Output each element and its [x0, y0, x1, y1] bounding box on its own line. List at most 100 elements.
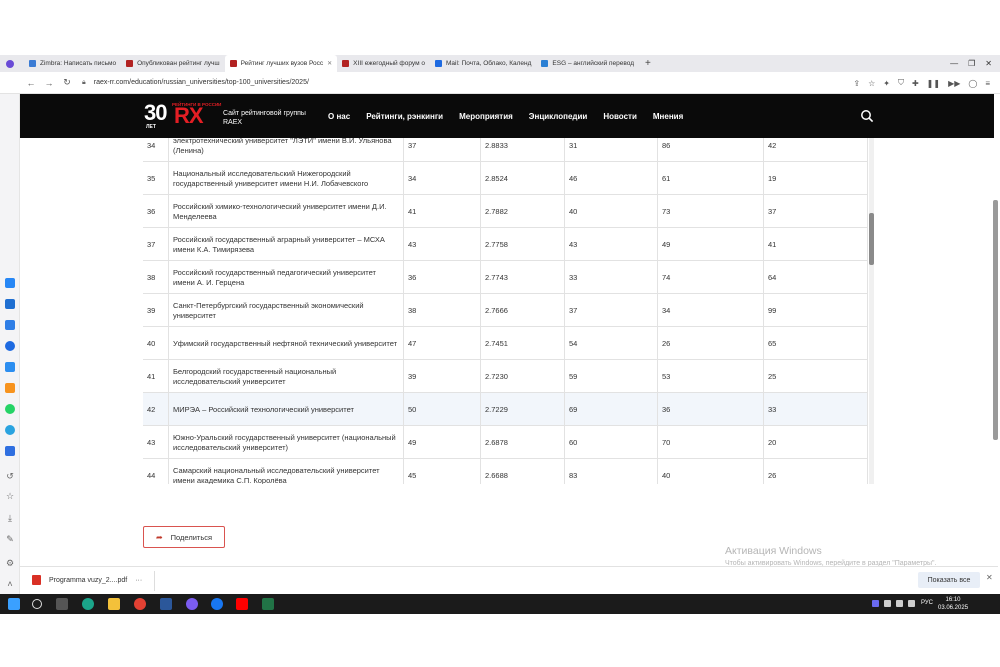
logo-brand[interactable]: RX: [174, 105, 204, 127]
restore-icon[interactable]: ❐: [968, 59, 975, 68]
close-tab-icon[interactable]: ✕: [327, 60, 332, 67]
cell-c: 59: [564, 360, 657, 393]
pause-icon[interactable]: ❚❚: [927, 79, 940, 88]
cell-e: 99: [763, 294, 868, 327]
extensions-icon[interactable]: ✦: [883, 79, 890, 88]
reload-icon[interactable]: ↻: [60, 77, 74, 88]
browser-tab[interactable]: Опубликован рейтинг лучш: [121, 55, 225, 72]
word-icon[interactable]: [160, 598, 172, 610]
browser-tab[interactable]: ESG – английский перевод: [536, 55, 639, 72]
table-scrollbar-thumb[interactable]: [869, 213, 874, 265]
tray-icon-3[interactable]: [896, 600, 903, 607]
new-tab-button[interactable]: +: [645, 58, 651, 69]
edge-icon[interactable]: [82, 598, 94, 610]
music-icon[interactable]: [5, 299, 15, 309]
cell-c: 40: [564, 195, 657, 228]
browser-tab-strip: Zimbra: Написать письмо Опубликован рейти…: [0, 55, 1000, 72]
show-all-button[interactable]: Показать все: [918, 572, 980, 588]
task-view-icon[interactable]: [56, 598, 68, 610]
close-download-bar-icon[interactable]: ✕: [986, 573, 993, 582]
nav-item[interactable]: Новости: [603, 112, 637, 121]
wifi-icon[interactable]: [908, 600, 915, 607]
url-field[interactable]: raex-rr.com/education/russian_universiti…: [94, 79, 309, 86]
cell-e: 64: [763, 261, 868, 294]
cell-name: Самарский национальный исследовательский…: [168, 459, 403, 484]
logo-number[interactable]: 30: [144, 102, 168, 124]
skip-icon[interactable]: ▶▶: [948, 79, 960, 88]
site-subtitle: Сайт рейтинговой группы RAEX: [223, 110, 306, 126]
logo-years: ЛЕТ: [146, 124, 156, 130]
chrome-icon[interactable]: [134, 598, 146, 610]
lock-icon[interactable]: 🔒︎: [82, 79, 86, 87]
favorites-icon[interactable]: ☆: [4, 490, 16, 502]
windows-start-icon[interactable]: [8, 598, 20, 610]
browser-logo-icon[interactable]: [6, 59, 14, 68]
table-row: 34 электротехнический университет "ЛЭТИ" …: [143, 138, 868, 162]
mail-icon[interactable]: [5, 341, 15, 351]
excel-icon[interactable]: [262, 598, 274, 610]
search-taskbar-icon[interactable]: [32, 599, 42, 609]
nav-item[interactable]: Рейтинги, рэнкинги: [366, 112, 443, 121]
collapse-icon[interactable]: ˄: [4, 578, 16, 590]
profile-icon[interactable]: ◯: [968, 79, 977, 88]
share-arrow-icon: ➦: [155, 532, 163, 542]
cell-e: 19: [763, 162, 868, 195]
youtube-icon[interactable]: [236, 598, 248, 610]
shield-icon[interactable]: ⛉: [898, 78, 904, 88]
vk-icon[interactable]: [5, 278, 15, 288]
nav-item[interactable]: Мнения: [653, 112, 683, 121]
downloads-icon[interactable]: ⤓: [4, 512, 16, 524]
whatsapp-icon[interactable]: [5, 404, 15, 414]
history-icon[interactable]: ↺: [4, 470, 16, 482]
cell-rank: 40: [147, 339, 156, 348]
browser-tab[interactable]: Zimbra: Написать письмо: [24, 55, 121, 72]
ok-icon[interactable]: [5, 383, 15, 393]
minimize-icon[interactable]: —: [950, 59, 958, 68]
close-window-icon[interactable]: ✕: [985, 59, 992, 68]
settings-icon[interactable]: ⚙: [4, 557, 16, 569]
tray-icon-2[interactable]: [884, 600, 891, 607]
browser-tab[interactable]: Mail: Почта, Облако, Календ: [430, 55, 536, 72]
puzzle-icon[interactable]: ✚: [912, 79, 919, 88]
browser-tab[interactable]: Рейтинг лучших вузов Росс ✕: [224, 55, 338, 72]
activation-title: Активация Windows: [725, 545, 822, 557]
download-filename[interactable]: Programma vuzy_2....pdf: [49, 577, 127, 584]
telegram-icon[interactable]: [5, 425, 15, 435]
cell-c: 33: [564, 261, 657, 294]
search-icon[interactable]: [860, 109, 874, 123]
language-indicator[interactable]: РУС: [921, 600, 933, 606]
tasks-icon[interactable]: [5, 446, 15, 456]
cell-a: 36: [403, 261, 480, 294]
clock[interactable]: 16:10 03.06.2025: [938, 596, 968, 612]
cell-name: Уфимский государственный нефтяной технич…: [168, 327, 403, 360]
cell-c: 43: [564, 228, 657, 261]
cell-rank: 39: [147, 306, 156, 315]
table-scrollbar-track[interactable]: [869, 138, 874, 484]
stats-icon[interactable]: [5, 320, 15, 330]
back-icon[interactable]: ←: [24, 78, 38, 88]
nav-item[interactable]: О нас: [328, 112, 350, 121]
tab-label: Zimbra: Написать письмо: [40, 60, 117, 67]
explorer-icon[interactable]: [108, 598, 120, 610]
menu-icon[interactable]: ≡: [985, 79, 990, 88]
download-item[interactable]: Programma vuzy_2....pdf ···: [32, 575, 142, 585]
forward-icon[interactable]: →: [42, 78, 56, 88]
download-more-button[interactable]: ···: [135, 577, 142, 584]
tools-icon[interactable]: ✎: [4, 533, 16, 545]
share-page-icon[interactable]: ⇪: [853, 79, 860, 88]
divider: [154, 571, 155, 591]
cell-name: Российский государственный аграрный унив…: [168, 228, 403, 261]
bookmark-icon[interactable]: ☆: [868, 79, 875, 88]
browser-tab[interactable]: XIII ежегодный форум о: [337, 55, 430, 72]
cell-d: 26: [657, 327, 763, 360]
cell-b: 2.7451: [480, 327, 564, 360]
browser-taskbar-icon[interactable]: [186, 598, 198, 610]
nav-item[interactable]: Энциклопедии: [529, 112, 588, 121]
share-button[interactable]: ➦ Поделиться: [143, 526, 225, 548]
tray-icon-1[interactable]: [872, 600, 879, 607]
facebook-icon[interactable]: [211, 598, 223, 610]
cell-d: 40: [657, 459, 763, 484]
page-scrollbar[interactable]: [993, 200, 998, 440]
cloud-icon[interactable]: [5, 362, 15, 372]
nav-item[interactable]: Мероприятия: [459, 112, 513, 121]
